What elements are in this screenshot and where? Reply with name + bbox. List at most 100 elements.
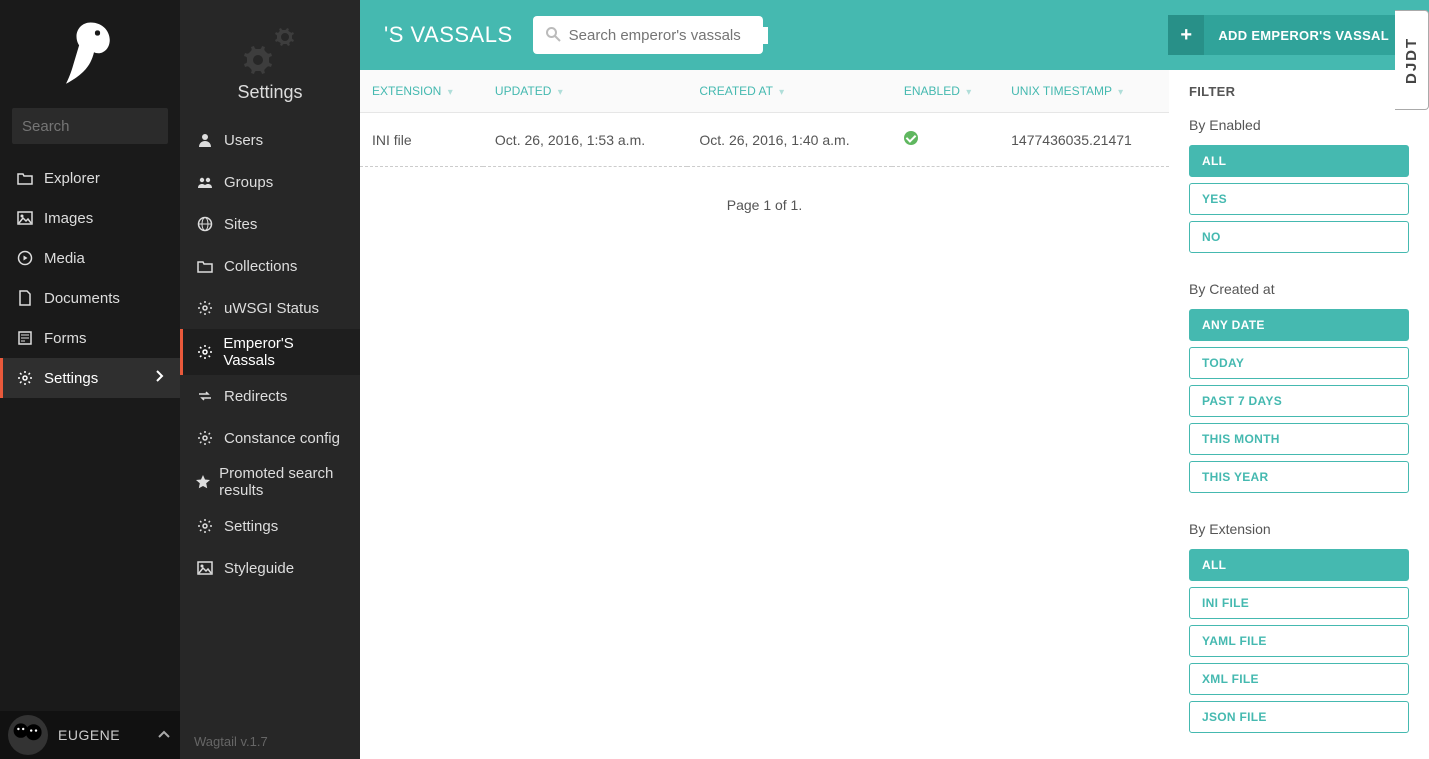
column-header-updated[interactable]: UPDATED ▾ (483, 70, 687, 113)
primary-nav: Explorer Images Media Documents Forms Setting… (0, 158, 180, 398)
settings-item-users[interactable]: Users (180, 119, 360, 161)
settings-submenu-title: Settings (237, 82, 302, 103)
filter-option[interactable]: THIS YEAR (1189, 461, 1409, 493)
cell-created-at: Oct. 26, 2016, 1:40 a.m. (687, 113, 891, 167)
page-title: 'S VASSALS (384, 22, 513, 48)
sort-icon: ▾ (448, 87, 453, 98)
settings-item-label: Styleguide (224, 560, 294, 577)
settings-item-label: Users (224, 132, 263, 149)
primary-sidebar: Explorer Images Media Documents Forms Setting… (0, 0, 180, 759)
filter-option[interactable]: YAML FILE (1189, 625, 1409, 657)
sort-icon: ▾ (1118, 87, 1123, 98)
settings-item-label: Sites (224, 216, 257, 233)
user-avatar-icon (8, 715, 48, 755)
cell-updated: Oct. 26, 2016, 1:53 a.m. (483, 113, 687, 167)
sidebar-item-label: Documents (44, 290, 120, 307)
filter-option[interactable]: INI FILE (1189, 587, 1409, 619)
sidebar-item-explorer[interactable]: Explorer (0, 158, 180, 198)
filter-option[interactable]: THIS MONTH (1189, 423, 1409, 455)
sidebar-search[interactable] (12, 108, 168, 144)
filter-option[interactable]: XML FILE (1189, 663, 1409, 695)
user-bar[interactable]: EUGENE (0, 711, 180, 759)
sort-icon: ▾ (558, 87, 563, 98)
filter-group-by-extension: By Extension ALL INI FILE YAML FILE XML FILE… (1189, 521, 1409, 733)
settings-item-label: Redirects (224, 388, 287, 405)
add-emperors-vassal-button[interactable]: + ADD EMPEROR'S VASSAL (1168, 15, 1405, 55)
sidebar-item-documents[interactable]: Documents (0, 278, 180, 318)
image-icon (14, 210, 36, 226)
settings-item-label: uWSGI Status (224, 300, 319, 317)
image-icon (194, 560, 216, 576)
user-name: EUGENE (58, 727, 156, 743)
settings-item-groups[interactable]: Groups (180, 161, 360, 203)
column-header-unix-timestamp[interactable]: UNIX TIMESTAMP ▾ (999, 70, 1169, 113)
filter-title: FILTER (1189, 84, 1409, 99)
filter-group-title: By Created at (1189, 281, 1409, 297)
settings-item-label: Collections (224, 258, 297, 275)
filter-option[interactable]: ALL (1189, 145, 1409, 177)
settings-item-label: Promoted search results (219, 465, 346, 499)
filter-option[interactable]: ALL (1189, 549, 1409, 581)
sidebar-item-label: Forms (44, 330, 87, 347)
settings-item-redirects[interactable]: Redirects (180, 375, 360, 417)
settings-item-sites[interactable]: Sites (180, 203, 360, 245)
settings-item-promoted-search-results[interactable]: Promoted search results (180, 459, 360, 505)
filter-option[interactable]: YES (1189, 183, 1409, 215)
plus-icon: + (1168, 15, 1204, 55)
sidebar-item-media[interactable]: Media (0, 238, 180, 278)
group-icon (194, 174, 216, 190)
sidebar-item-label: Settings (44, 370, 98, 387)
settings-item-uwsgi-status[interactable]: uWSGI Status (180, 287, 360, 329)
settings-submenu-header: Settings (180, 10, 360, 119)
settings-item-settings[interactable]: Settings (180, 505, 360, 547)
gears-icon (240, 18, 300, 78)
settings-item-styleguide[interactable]: Styleguide (180, 547, 360, 589)
table-row[interactable]: INI fileOct. 26, 2016, 1:53 a.m.Oct. 26,… (360, 113, 1169, 167)
sidebar-item-label: Explorer (44, 170, 100, 187)
settings-item-label: Emperor'S Vassals (223, 335, 346, 369)
cell-extension: INI file (360, 113, 483, 167)
redirect-icon (194, 388, 216, 404)
filter-group-by-enabled: By EnabledALLYESNO (1189, 117, 1409, 253)
filter-option[interactable]: JSON FILE (1189, 701, 1409, 733)
sidebar-item-label: Images (44, 210, 93, 227)
sort-icon: ▾ (966, 87, 971, 98)
globe-icon (194, 216, 216, 232)
settings-item-constance-config[interactable]: Constance config (180, 417, 360, 459)
sidebar-item-images[interactable]: Images (0, 198, 180, 238)
cog-icon (194, 300, 216, 316)
column-header-enabled[interactable]: ENABLED ▾ (892, 70, 999, 113)
filter-panel: FILTER By EnabledALLYESNOBy Created atAN… (1169, 70, 1429, 759)
sidebar-item-settings[interactable]: Settings (0, 358, 180, 398)
filter-option[interactable]: PAST 7 DAYS (1189, 385, 1409, 417)
settings-item-label: Constance config (224, 430, 340, 447)
page-header: 'S VASSALS + ADD EMPEROR'S VASSAL (360, 0, 1429, 70)
filter-group-title: By Extension (1189, 521, 1409, 537)
folder-open-icon (14, 170, 36, 186)
settings-item-emperor-s-vassals[interactable]: Emperor'S Vassals (180, 329, 360, 375)
wagtail-logo[interactable] (0, 0, 180, 108)
pagination-text: Page 1 of 1. (360, 167, 1169, 243)
cog-icon (194, 518, 216, 534)
column-header-created-at[interactable]: CREATED AT ▾ (687, 70, 891, 113)
check-icon (904, 131, 918, 145)
filter-option[interactable]: NO (1189, 221, 1409, 253)
chevron-right-icon (152, 368, 168, 388)
django-debug-toolbar-handle[interactable]: DJDT (1395, 10, 1429, 110)
header-search-input[interactable] (569, 27, 768, 44)
folder-open-icon (194, 258, 216, 274)
filter-option[interactable]: ANY DATE (1189, 309, 1409, 341)
header-search[interactable] (533, 16, 763, 54)
column-header-extension[interactable]: EXTENSION ▾ (360, 70, 483, 113)
filter-option[interactable]: TODAY (1189, 347, 1409, 379)
settings-item-collections[interactable]: Collections (180, 245, 360, 287)
settings-submenu: Settings Users Groups Sites Collections uWSG… (180, 0, 360, 759)
user-icon (194, 132, 216, 148)
gear-icon (14, 370, 36, 386)
form-icon (14, 330, 36, 346)
add-button-label: ADD EMPEROR'S VASSAL (1218, 28, 1405, 43)
main-content: 'S VASSALS + ADD EMPEROR'S VASSAL EXTENS… (360, 0, 1429, 759)
sort-icon: ▾ (779, 87, 784, 98)
cog-icon (194, 344, 215, 360)
sidebar-item-forms[interactable]: Forms (0, 318, 180, 358)
